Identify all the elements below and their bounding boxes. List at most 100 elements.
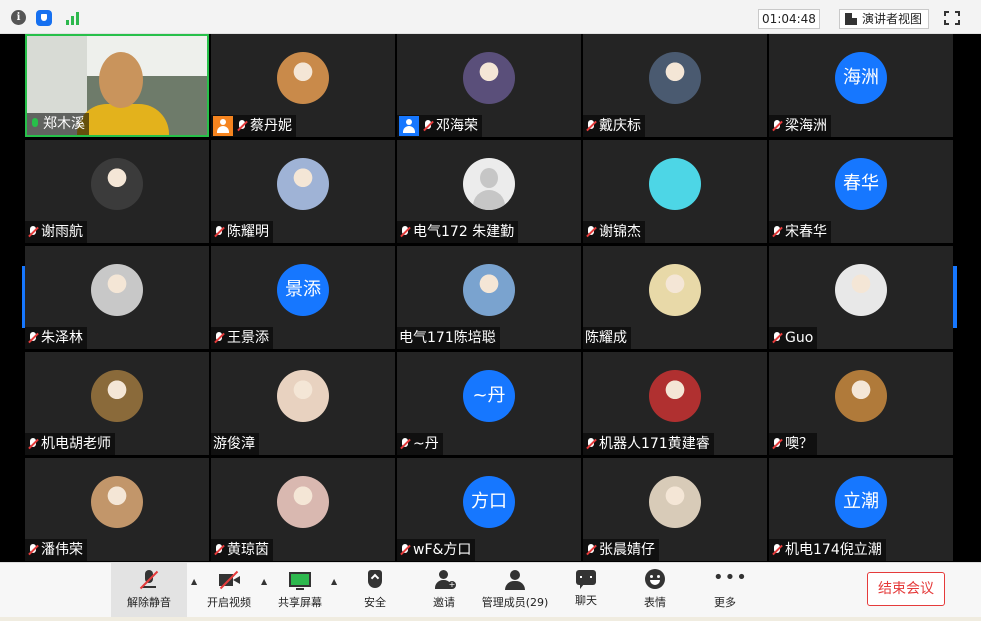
- participant-name: 机器人171黄建睿: [599, 436, 710, 452]
- participant-tile[interactable]: 黄琼茵: [211, 458, 395, 561]
- more-button[interactable]: ••• 更多: [697, 563, 753, 618]
- share-options-caret[interactable]: ▲: [331, 577, 337, 586]
- participant-name: 噢？: [785, 436, 813, 452]
- signal-icon[interactable]: [66, 11, 82, 25]
- share-screen-icon: [288, 569, 312, 591]
- participant-tile[interactable]: 机电胡老师: [25, 352, 209, 455]
- audio-options-caret[interactable]: ▲: [191, 577, 197, 586]
- participant-avatar: 春华: [835, 158, 887, 210]
- participant-avatar: [277, 370, 329, 422]
- participant-nameplate: 王景添: [211, 327, 273, 349]
- participant-nameplate: 机器人171黄建睿: [583, 433, 714, 455]
- security-shield-icon: [363, 569, 387, 591]
- mic-muted-icon: [27, 437, 39, 451]
- participant-nameplate: ~丹: [397, 433, 443, 455]
- participant-tile[interactable]: 邓海荣: [397, 34, 581, 137]
- chat-button[interactable]: 聊天: [558, 563, 614, 618]
- participant-name: 潘伟荣: [41, 542, 83, 558]
- end-meeting-button[interactable]: 结束会议: [867, 572, 945, 606]
- participant-tile[interactable]: 朱泽林: [25, 246, 209, 349]
- mic-muted-icon: [585, 543, 597, 557]
- meeting-toolbar: 解除静音 ▲ 开启视频 ▲ 共享屏幕 ▲ 安全 + 邀请 管理成员(29) 聊天…: [0, 562, 981, 618]
- participant-nameplate: 蔡丹妮: [211, 115, 296, 137]
- participant-avatar: [649, 52, 701, 104]
- invite-button[interactable]: + 邀请: [416, 563, 472, 618]
- participant-name: 机电胡老师: [41, 436, 111, 452]
- mic-muted-icon: [27, 543, 39, 557]
- info-icon[interactable]: i: [11, 10, 26, 25]
- participant-tile[interactable]: 郑木溪: [25, 34, 209, 137]
- participant-avatar: [277, 476, 329, 528]
- participant-tile[interactable]: 电气171陈培聪: [397, 246, 581, 349]
- mic-muted-icon: [399, 437, 411, 451]
- video-options-caret[interactable]: ▲: [261, 577, 267, 586]
- participant-tile[interactable]: 机器人171黄建睿: [583, 352, 767, 455]
- participant-tile[interactable]: 海洲 梁海洲: [769, 34, 953, 137]
- background-window-strip: [0, 617, 981, 621]
- participant-nameplate: 郑木溪: [27, 113, 89, 135]
- participant-name: 黄琼茵: [227, 542, 269, 558]
- security-label: 安全: [364, 596, 386, 609]
- participant-tile[interactable]: 噢？: [769, 352, 953, 455]
- participant-avatar: 方口: [463, 476, 515, 528]
- participant-name: 张晨婧仔: [599, 542, 655, 558]
- participant-tile[interactable]: 戴庆标: [583, 34, 767, 137]
- participant-tile[interactable]: 立潮 机电174倪立潮: [769, 458, 953, 561]
- shield-icon[interactable]: [36, 10, 52, 26]
- participant-avatar: [463, 264, 515, 316]
- participant-name: 邓海荣: [436, 118, 478, 134]
- mic-muted-icon: [213, 331, 225, 345]
- reactions-button[interactable]: 表情: [627, 563, 683, 618]
- participant-tile[interactable]: 陈耀成: [583, 246, 767, 349]
- participant-nameplate: 谢锦杰: [583, 221, 645, 243]
- participant-nameplate: 朱泽林: [25, 327, 87, 349]
- participants-icon: [503, 569, 527, 591]
- participant-tile[interactable]: 陈耀明: [211, 140, 395, 243]
- host-badge-icon: [399, 116, 419, 136]
- security-button[interactable]: 安全: [347, 563, 403, 618]
- participant-tile[interactable]: 潘伟荣: [25, 458, 209, 561]
- participant-tile[interactable]: 春华 宋春华: [769, 140, 953, 243]
- participant-nameplate: 机电胡老师: [25, 433, 115, 455]
- mic-muted-icon: [585, 437, 597, 451]
- participant-tile[interactable]: 蔡丹妮: [211, 34, 395, 137]
- participant-nameplate: 谢雨航: [25, 221, 87, 243]
- participant-tile[interactable]: ~丹 ~丹: [397, 352, 581, 455]
- participant-tile[interactable]: Guo: [769, 246, 953, 349]
- participant-avatar: [91, 476, 143, 528]
- participant-tile[interactable]: 张晨婧仔: [583, 458, 767, 561]
- fullscreen-icon[interactable]: [944, 11, 960, 25]
- participant-name: 电气172 朱建勤: [413, 224, 515, 240]
- unmute-button[interactable]: 解除静音: [111, 563, 187, 618]
- mic-muted-icon: [771, 225, 783, 239]
- participant-nameplate: 黄琼茵: [211, 539, 273, 561]
- participant-name: 陈耀成: [585, 330, 627, 346]
- participant-tile[interactable]: 景添 王景添: [211, 246, 395, 349]
- invite-label: 邀请: [433, 596, 455, 609]
- participant-nameplate: Guo: [769, 327, 818, 349]
- speaker-view-button[interactable]: 演讲者视图: [839, 9, 929, 29]
- participant-avatar: 海洲: [835, 52, 887, 104]
- share-screen-button[interactable]: 共享屏幕: [271, 563, 329, 618]
- participant-tile[interactable]: 游俊漳: [211, 352, 395, 455]
- participant-avatar: [649, 264, 701, 316]
- mic-muted-icon: [399, 225, 411, 239]
- participant-tile[interactable]: 谢锦杰: [583, 140, 767, 243]
- participant-name: 谢雨航: [41, 224, 83, 240]
- start-video-button[interactable]: 开启视频: [200, 563, 258, 618]
- participant-tile[interactable]: 谢雨航: [25, 140, 209, 243]
- mic-muted-icon: [771, 331, 783, 345]
- video-gallery: ◀ ▶ 郑木溪蔡丹妮邓海荣戴庆标海洲梁海洲谢雨航陈耀明电气172 朱建勤谢锦杰春…: [0, 34, 981, 562]
- participant-avatar: [277, 52, 329, 104]
- participant-name: Guo: [785, 330, 814, 346]
- chat-label: 聊天: [575, 594, 597, 607]
- manage-participants-label: 管理成员(29): [481, 596, 549, 609]
- participant-name: 机电174倪立潮: [785, 542, 882, 558]
- unmute-label: 解除静音: [127, 596, 171, 609]
- manage-participants-button[interactable]: 管理成员(29): [478, 563, 552, 618]
- participant-name: 郑木溪: [43, 116, 85, 132]
- participant-avatar: [91, 264, 143, 316]
- participant-tile[interactable]: 电气172 朱建勤: [397, 140, 581, 243]
- participant-name: 王景添: [227, 330, 269, 346]
- participant-tile[interactable]: 方口 wF&方口: [397, 458, 581, 561]
